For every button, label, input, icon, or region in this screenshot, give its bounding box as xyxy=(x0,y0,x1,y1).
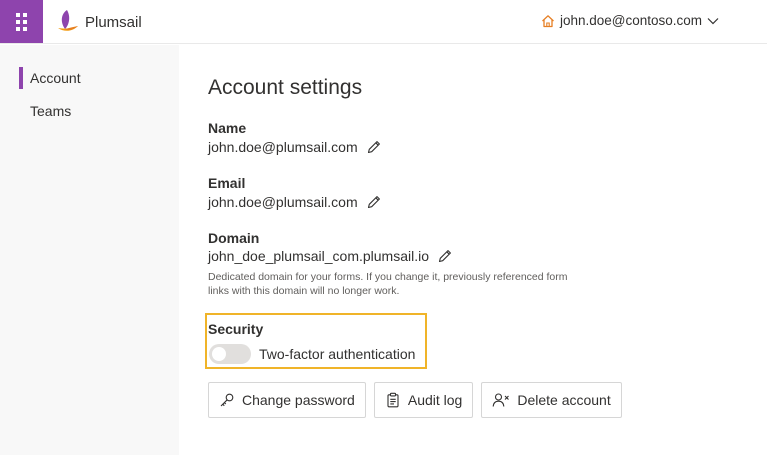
user-menu[interactable]: john.doe@contoso.com xyxy=(541,13,719,28)
key-icon xyxy=(220,393,234,407)
plumsail-logo-icon xyxy=(58,10,78,31)
domain-value: john_doe_plumsail_com.plumsail.io xyxy=(208,248,430,264)
security-label: Security xyxy=(208,321,264,337)
email-value-row: john.doe@plumsail.com xyxy=(208,194,382,210)
audit-log-label: Audit log xyxy=(407,392,463,408)
edit-name-pencil-icon[interactable] xyxy=(366,139,382,155)
sidebar-item-account[interactable]: Account xyxy=(19,67,81,89)
brand-name: Plumsail xyxy=(85,14,142,31)
audit-log-button[interactable]: Audit log xyxy=(373,382,474,418)
top-bar: Plumsail john.doe@contoso.com xyxy=(0,0,767,44)
two-factor-label: Two-factor authentication xyxy=(259,346,416,362)
domain-value-row: john_doe_plumsail_com.plumsail.io xyxy=(208,248,453,264)
two-factor-row: Two-factor authentication xyxy=(209,344,415,364)
edit-email-pencil-icon[interactable] xyxy=(366,194,382,210)
email-label: Email xyxy=(208,175,246,191)
two-factor-toggle[interactable] xyxy=(209,344,251,364)
change-password-label: Change password xyxy=(242,392,355,408)
sidebar: Account Teams xyxy=(0,45,179,455)
name-value-row: john.doe@plumsail.com xyxy=(208,139,382,155)
sidebar-item-teams[interactable]: Teams xyxy=(19,100,71,122)
sidebar-item-label: Account xyxy=(30,70,81,86)
waffle-icon xyxy=(16,12,27,31)
email-value: john.doe@plumsail.com xyxy=(208,194,358,210)
domain-help-text: Dedicated domain for your forms. If you … xyxy=(208,271,568,297)
app-launcher-button[interactable] xyxy=(0,0,43,43)
chevron-down-icon xyxy=(707,17,719,24)
name-label: Name xyxy=(208,120,247,136)
page-title: Account settings xyxy=(208,76,363,99)
delete-user-icon xyxy=(492,393,510,407)
clipboard-icon xyxy=(387,392,399,408)
edit-domain-pencil-icon[interactable] xyxy=(437,248,453,264)
toggle-knob xyxy=(212,347,226,361)
delete-account-label: Delete account xyxy=(517,392,611,408)
security-section: Security Two-factor authentication xyxy=(205,313,427,369)
account-actions: Change password Audit log Delete account xyxy=(208,382,622,418)
change-password-button[interactable]: Change password xyxy=(208,382,366,418)
sidebar-item-label: Teams xyxy=(30,103,72,119)
domain-label: Domain xyxy=(208,230,260,246)
delete-account-button[interactable]: Delete account xyxy=(481,382,622,418)
home-icon xyxy=(542,14,554,27)
user-email: john.doe@contoso.com xyxy=(559,13,702,28)
name-value: john.doe@plumsail.com xyxy=(208,139,358,155)
